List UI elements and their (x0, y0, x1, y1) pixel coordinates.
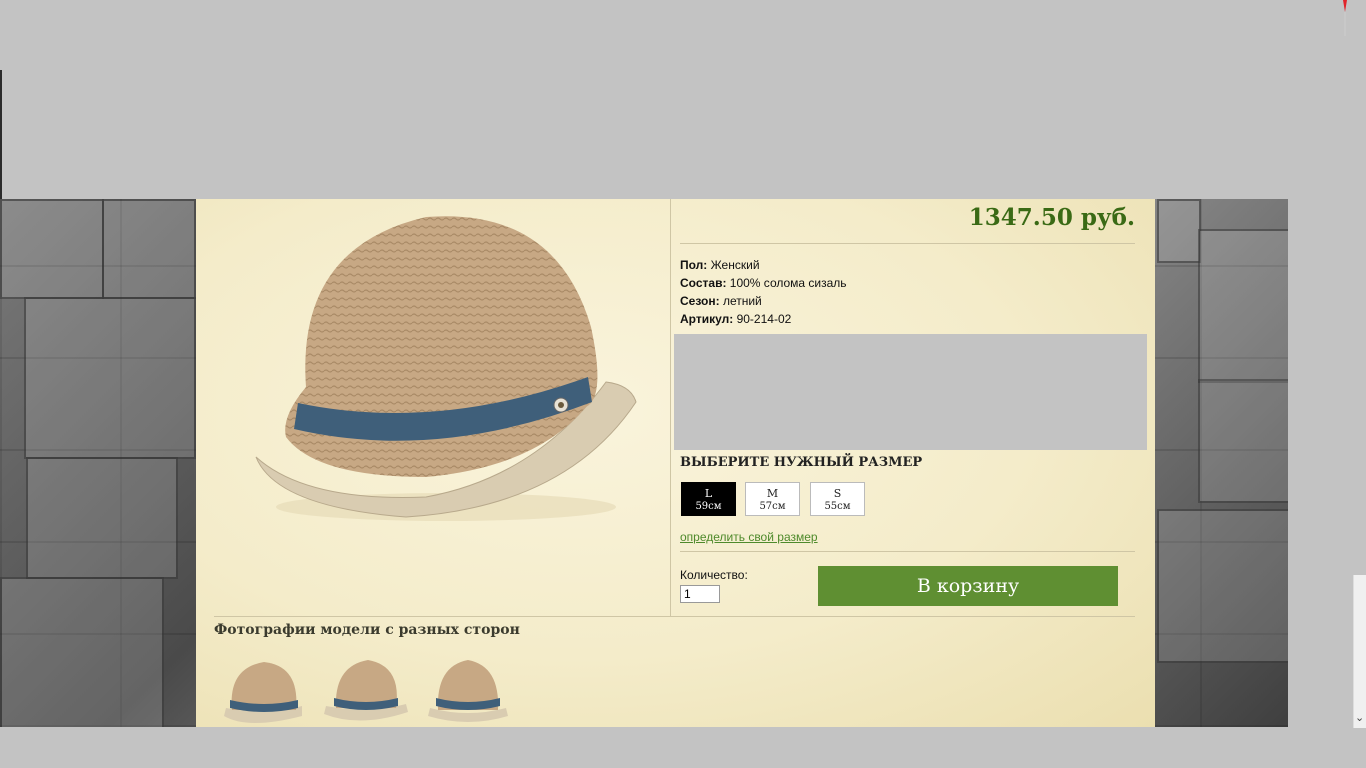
property-label: Состав: (680, 276, 727, 290)
photos-title: Фотографии модели с разных сторон (214, 622, 520, 638)
property-value: 100% солома сизаль (729, 276, 847, 290)
product-main-image[interactable] (236, 207, 656, 537)
vintage-ad-tile (1198, 379, 1288, 503)
size-rule (680, 551, 1135, 552)
vintage-ad-tile (26, 457, 178, 579)
photo-thumbnail[interactable] (218, 654, 310, 727)
vintage-ad-tile (0, 199, 104, 299)
vintage-ad-tile (24, 297, 196, 459)
page-corner-mark (1343, 0, 1347, 36)
property-value: Женский (710, 258, 760, 272)
size-option-s[interactable]: S 55см (810, 482, 865, 516)
property-row: Состав: 100% солома сизаль (680, 274, 847, 292)
size-letter: L (704, 487, 713, 500)
property-row: Сезон: летний (680, 292, 847, 310)
add-to-cart-button[interactable]: В корзину (818, 566, 1118, 606)
size-letter: M (766, 487, 779, 500)
vintage-ad-tile (0, 577, 164, 727)
scrollbar-right[interactable]: ⌄ (1353, 575, 1366, 728)
property-label: Пол: (680, 258, 708, 272)
product-price: 1347.50 руб. (968, 204, 1135, 231)
property-row: Артикул: 90-214-02 (680, 310, 847, 328)
quantity-input[interactable] (680, 585, 720, 603)
size-cm: 55см (824, 501, 851, 512)
property-row: Пол: Женский (680, 256, 847, 274)
vintage-ad-tile (1157, 199, 1201, 263)
left-edge-line (0, 70, 2, 200)
photo-thumbnail[interactable] (320, 654, 412, 727)
property-label: Сезон: (680, 294, 720, 308)
size-title: ВЫБЕРИТЕ НУЖНЫЙ РАЗМЕР (680, 455, 923, 470)
property-value: летний (722, 294, 762, 308)
vintage-ad-tile (102, 199, 196, 299)
quantity-label: Количество: (680, 568, 748, 582)
panel-divider (670, 199, 671, 616)
property-label: Артикул: (680, 312, 734, 326)
property-value: 90-214-02 (736, 312, 792, 326)
blank-placeholder-box (674, 334, 1147, 450)
price-rule (680, 243, 1135, 244)
size-option-m[interactable]: M 57см (745, 482, 800, 516)
size-cm: 59см (695, 501, 722, 512)
vintage-ad-tile (1198, 229, 1288, 383)
photos-rule (214, 616, 1135, 617)
size-help-link[interactable]: определить свой размер (680, 530, 818, 544)
product-properties: Пол: Женский Состав: 100% солома сизаль … (680, 256, 847, 328)
size-option-l[interactable]: L 59см (681, 482, 736, 516)
size-letter: S (833, 487, 842, 500)
vintage-ad-tile (1157, 509, 1288, 663)
product-panel: 1347.50 руб. Пол: Женский Состав: 100% с… (196, 199, 1155, 727)
size-cm: 57см (759, 501, 786, 512)
photo-thumbnail[interactable] (422, 654, 514, 727)
scroll-down-arrow-icon[interactable]: ⌄ (1355, 711, 1364, 724)
